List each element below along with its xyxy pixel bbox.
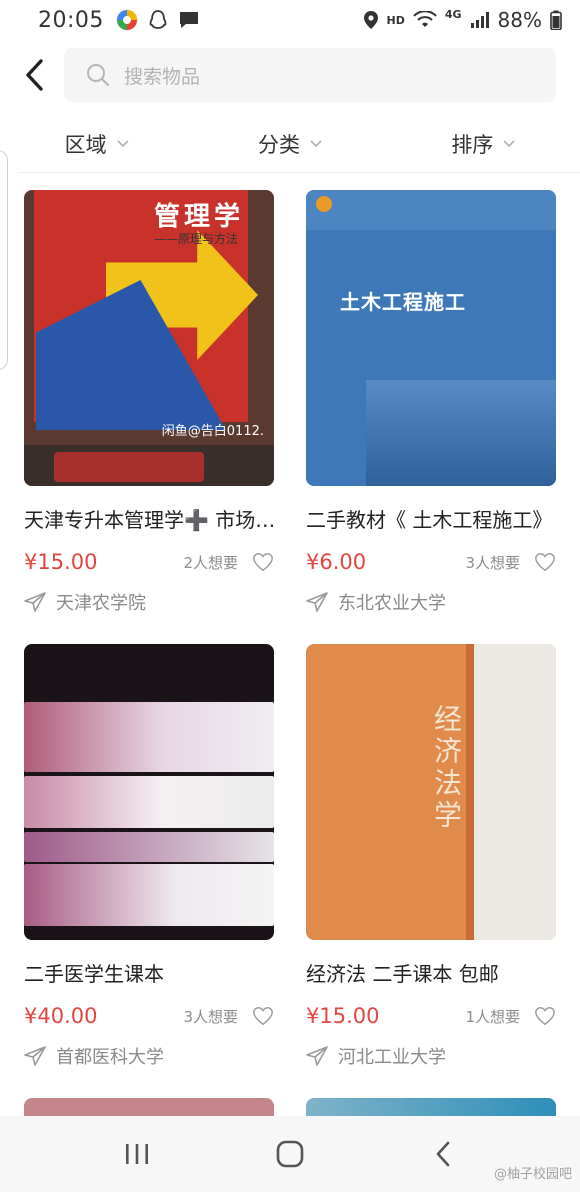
home-icon [276,1140,304,1168]
filter-divider [18,172,580,173]
send-icon [306,592,328,612]
product-price: ¥15.00 [306,1004,380,1028]
cover-title: 土木工程施工 [340,290,466,314]
wifi-icon [413,11,437,27]
battery-icon [550,10,562,30]
product-price: ¥40.00 [24,1004,98,1028]
status-time: 20:05 [38,7,104,33]
cover-watermark: 闲鱼@告白0112. [161,424,264,439]
product-card[interactable]: 经济法学 经济法 二手课本 包邮 ¥15.00 1人想要 河北工业大学 [306,644,556,1069]
product-price: ¥6.00 [306,550,367,574]
hd-indicator: HD [386,13,405,27]
product-image[interactable]: 土木工程施工 [306,190,556,486]
heart-icon[interactable] [252,1005,274,1027]
chevron-down-icon [503,140,515,148]
school-name: 河北工业大学 [338,1047,446,1068]
cover-subtitle: ——原理与方法 [153,232,238,246]
product-school[interactable]: 天津农学院 [24,589,274,615]
product-card[interactable]: 二手医学生课本 ¥40.00 3人想要 首都医科大学 [24,644,274,1069]
search-icon [87,64,109,86]
message-icon [179,12,198,28]
status-bar: 20:05 HD 4G 88% [0,0,580,40]
network-type: 4G [444,7,462,21]
heart-icon[interactable] [534,1005,556,1027]
battery-percent: 88% [497,8,542,32]
want-count: 1人想要 [465,1007,520,1026]
cover-title: 管理学 [153,202,244,232]
filter-region-label: 区域 [64,133,107,157]
send-icon [24,592,46,612]
filter-region[interactable]: 区域 [0,118,193,170]
product-image[interactable]: 管理学 ——原理与方法 闲鱼@告白0112. [24,190,274,486]
school-name: 东北农业大学 [338,593,446,614]
product-title[interactable]: 天津专升本管理学➕ 市场营销 [24,504,276,533]
location-icon [363,11,378,29]
watermark: @柚子校园吧 [493,1167,572,1182]
want-count: 3人想要 [465,553,520,572]
school-name: 天津农学院 [56,593,146,614]
product-image-partial[interactable] [24,1098,274,1118]
cover-title: 经济法学 [430,704,463,832]
product-school[interactable]: 首都医科大学 [24,1043,274,1069]
app-notification-icon [116,9,138,31]
product-card[interactable]: 管理学 ——原理与方法 闲鱼@告白0112. 天津专升本管理学➕ 市场营销 ¥1… [24,190,276,615]
want-count: 2人想要 [183,553,238,572]
back-nav-icon [437,1141,450,1167]
signal-icon [470,12,489,28]
product-school[interactable]: 东北农业大学 [306,589,556,615]
school-name: 首都医科大学 [56,1047,164,1068]
product-card[interactable]: 土木工程施工 二手教材《 土木工程施工》 ¥6.00 3人想要 东北农业大学 [306,190,556,615]
product-title[interactable]: 二手医学生课本 [24,958,276,987]
back-nav-button[interactable] [403,1124,483,1184]
qq-icon [149,10,167,29]
home-button[interactable] [250,1124,330,1184]
filter-category-label: 分类 [257,133,300,157]
recent-apps-icon [125,1144,148,1164]
send-icon [306,1046,328,1066]
product-price: ¥15.00 [24,550,98,574]
heart-icon[interactable] [252,551,274,573]
want-count: 3人想要 [183,1007,238,1026]
recent-apps-button[interactable] [97,1124,177,1184]
edge-panel-handle[interactable] [0,150,8,370]
product-image[interactable] [24,644,274,940]
chevron-down-icon [310,140,322,148]
back-arrow-icon [26,59,43,91]
filter-category[interactable]: 分类 [193,118,386,170]
product-title[interactable]: 经济法 二手课本 包邮 [306,958,558,987]
system-nav-bar: @柚子校园吧 [0,1116,580,1192]
search-input[interactable]: 搜索物品 [64,48,556,102]
filter-sort[interactable]: 排序 [387,118,580,170]
send-icon [24,1046,46,1066]
search-placeholder: 搜索物品 [124,65,201,88]
filter-bar: 区域 分类 排序 [0,118,580,170]
product-image-partial[interactable] [306,1098,556,1118]
product-title[interactable]: 二手教材《 土木工程施工》 [306,504,558,533]
header: 搜索物品 [0,44,580,106]
filter-sort-label: 排序 [451,133,494,157]
chevron-down-icon [117,140,129,148]
product-image[interactable]: 经济法学 [306,644,556,940]
product-school[interactable]: 河北工业大学 [306,1043,556,1069]
heart-icon[interactable] [534,551,556,573]
back-button[interactable] [6,44,62,106]
